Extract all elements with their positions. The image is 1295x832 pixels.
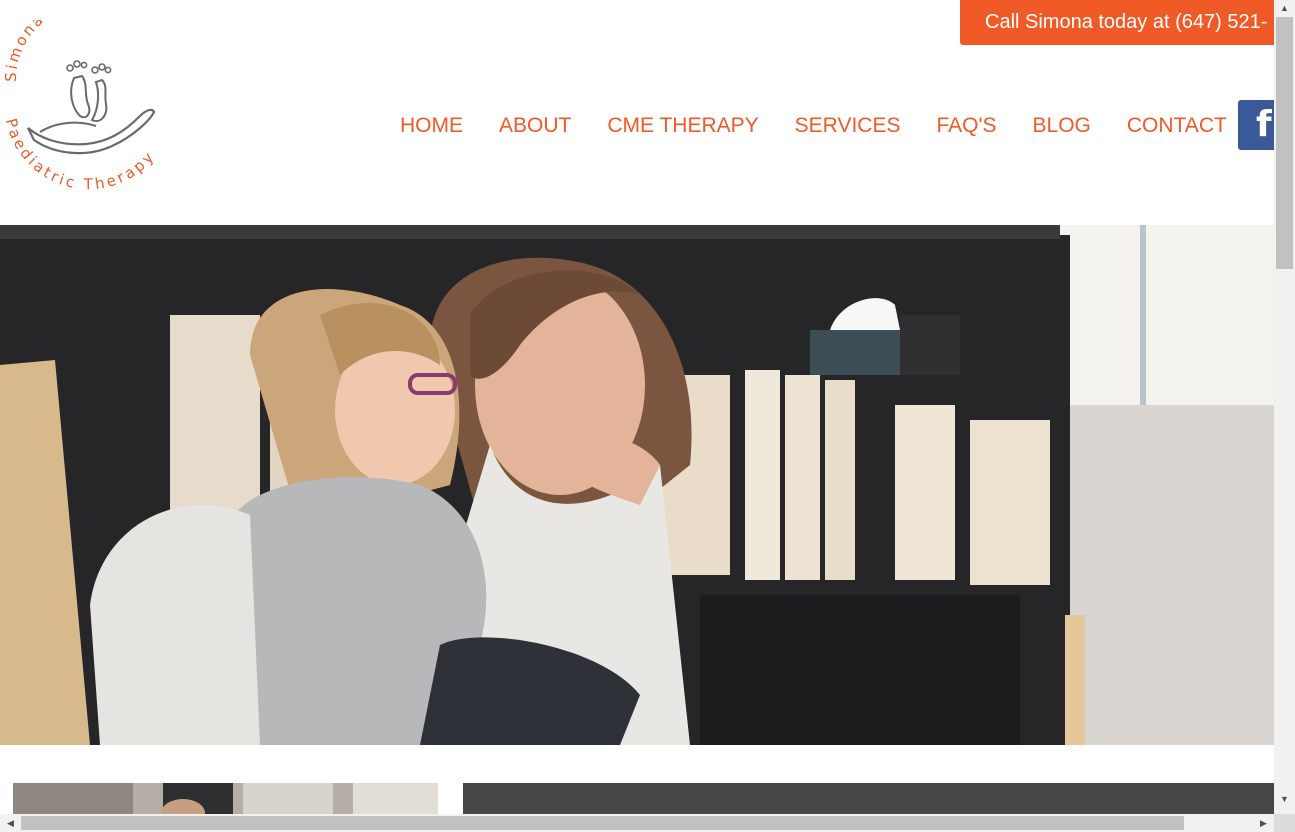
foot-illustration [70,74,91,119]
scrollbar-corner [1274,814,1295,832]
facebook-button[interactable]: f [1238,100,1274,150]
hand-illustration [27,108,156,155]
page-viewport: Simona DeMarchi Paediatric Therapy Call … [0,0,1274,814]
dark-content-panel [463,783,1274,814]
nav-item-cme-therapy[interactable]: CME THERAPY [589,108,776,144]
main-nav: HOME ABOUT CME THERAPY SERVICES FAQ'S BL… [382,108,1245,144]
hero-photo-illustration [0,225,1274,745]
nav-item-faqs[interactable]: FAQ'S [918,108,1014,144]
nav-item-services[interactable]: SERVICES [777,108,919,144]
vertical-scroll-thumb[interactable] [1276,17,1293,269]
hero-photo [0,225,1274,745]
nav-item-contact[interactable]: CONTACT [1109,108,1245,144]
logo-emblem: Simona DeMarchi Paediatric Therapy [2,0,159,194]
scroll-down-arrow[interactable]: ▼ [1274,791,1295,808]
horizontal-scroll-thumb[interactable] [21,816,1184,830]
nav-item-about[interactable]: ABOUT [481,108,589,144]
logo-top-text: Simona DeMarchi [2,20,146,82]
site-logo[interactable]: Simona DeMarchi Paediatric Therapy [0,0,180,205]
vertical-scrollbar[interactable]: ▲ ▼ [1274,0,1295,814]
secondary-photo-illustration [13,783,438,814]
call-button[interactable]: Call Simona today at (647) 521- [960,0,1274,45]
horizontal-scrollbar[interactable]: ◀ ▶ [0,814,1274,832]
scroll-left-arrow[interactable]: ◀ [2,814,19,832]
scroll-right-arrow[interactable]: ▶ [1255,814,1272,832]
scroll-up-arrow[interactable]: ▲ [1274,0,1295,17]
nav-item-home[interactable]: HOME [382,108,481,144]
facebook-icon: f [1256,104,1272,145]
logo-bottom-text: Paediatric Therapy [2,117,159,194]
secondary-photo [13,783,438,814]
nav-item-blog[interactable]: BLOG [1015,108,1109,144]
